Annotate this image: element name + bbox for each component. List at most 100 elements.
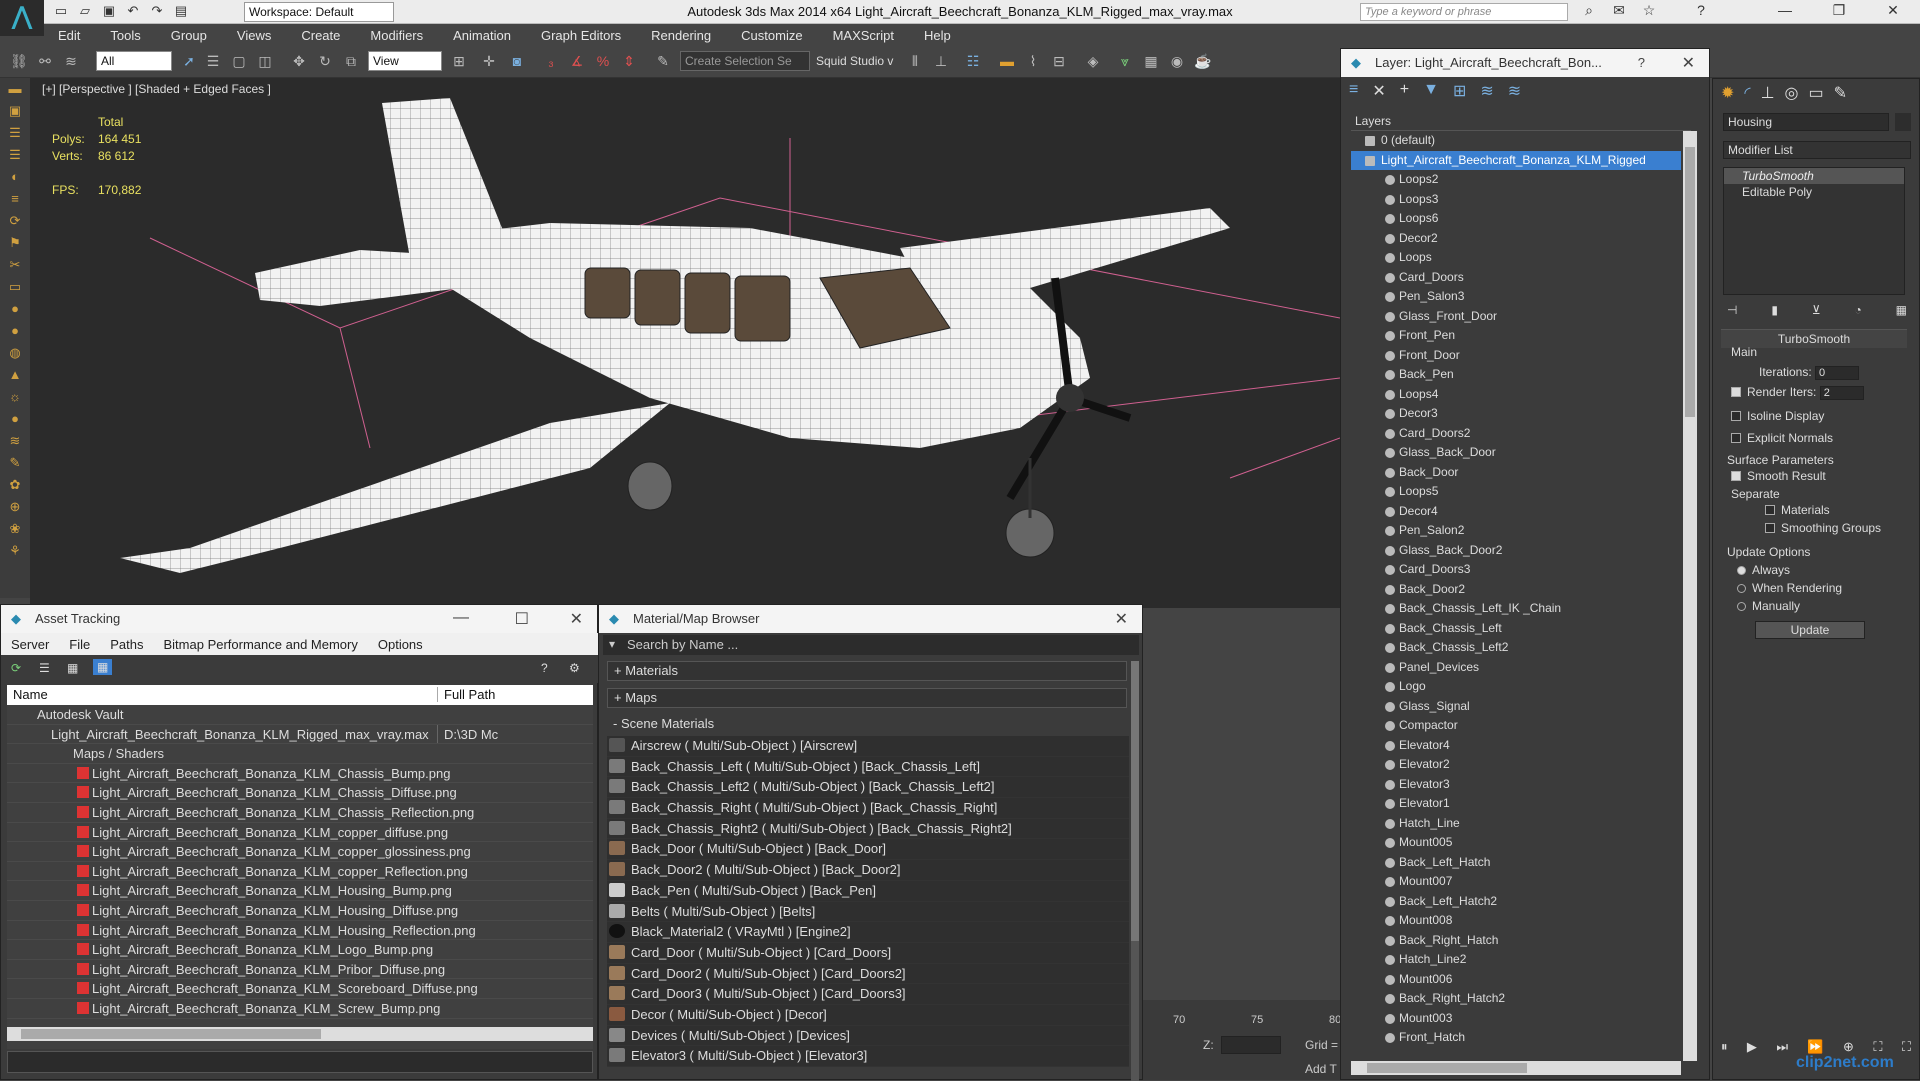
- mirror-icon[interactable]: ⫴: [904, 51, 926, 71]
- when-rendering-row[interactable]: When Rendering: [1721, 581, 1907, 595]
- material-item[interactable]: Card_Door2 ( Multi/Sub-Object ) [Card_Do…: [607, 963, 1129, 985]
- close-icon[interactable]: ✕: [1682, 53, 1695, 73]
- asset-row[interactable]: Light_Aircraft_Beechcraft_Bonanza_KLM_Sc…: [7, 979, 593, 999]
- strip-tool-12-icon[interactable]: ●: [0, 320, 30, 342]
- layer-item[interactable]: Compactor: [1351, 716, 1681, 736]
- menu-create[interactable]: Create: [287, 28, 356, 43]
- viewport-label[interactable]: [+] [Perspective ] [Shaded + Edged Faces…: [42, 82, 271, 96]
- material-item[interactable]: Black_Material2 ( VRayMtl ) [Engine2]: [607, 922, 1129, 943]
- zoom-icon[interactable]: ⊕: [1843, 1039, 1854, 1055]
- motion-tab-icon[interactable]: ◎: [1785, 83, 1799, 105]
- layer-item[interactable]: Back_Door: [1351, 463, 1681, 483]
- strip-tool-11-icon[interactable]: ●: [0, 298, 30, 320]
- asset-row-maps[interactable]: Maps / Shaders: [7, 744, 593, 764]
- schematic-view-icon[interactable]: ⊟: [1048, 51, 1070, 71]
- layer-item[interactable]: Hatch_Line2: [1351, 950, 1681, 970]
- menu-help[interactable]: Help: [910, 28, 967, 43]
- materials-row[interactable]: Materials: [1721, 503, 1907, 517]
- layer-item[interactable]: Elevator3: [1351, 775, 1681, 795]
- layer-item[interactable]: Decor2: [1351, 229, 1681, 249]
- select-manipulate-icon[interactable]: ✛: [478, 51, 500, 71]
- rendered-frame-icon[interactable]: ▦: [1140, 51, 1162, 71]
- layer-item[interactable]: Decor3: [1351, 404, 1681, 424]
- scroll-thumb[interactable]: [21, 1029, 321, 1039]
- asset-status-field[interactable]: [7, 1051, 593, 1073]
- redo-icon[interactable]: ↷: [148, 3, 166, 21]
- layer-item[interactable]: Glass_Back_Door: [1351, 443, 1681, 463]
- close-icon[interactable]: ✕: [1878, 2, 1908, 19]
- layer-item-default[interactable]: 0 (default): [1351, 131, 1681, 151]
- perspective-viewport[interactable]: [+] [Perspective ] [Shaded + Edged Faces…: [30, 78, 1340, 608]
- material-item[interactable]: Card_Door ( Multi/Sub-Object ) [Card_Doo…: [607, 942, 1129, 964]
- layer-item[interactable]: Pen_Salon3: [1351, 287, 1681, 307]
- asset-row[interactable]: Light_Aircraft_Beechcraft_Bonanza_KLM_Ch…: [7, 803, 593, 823]
- menu-edit[interactable]: Edit: [44, 28, 96, 43]
- layer-item[interactable]: Mount005: [1351, 833, 1681, 853]
- layer-item[interactable]: Panel_Devices: [1351, 658, 1681, 678]
- layer-item[interactable]: Back_Chassis_Left2: [1351, 638, 1681, 658]
- explicit-normals-row[interactable]: Explicit Normals: [1721, 431, 1907, 445]
- undo-icon[interactable]: ↶: [124, 3, 142, 21]
- spinner-snap-icon[interactable]: ⇕: [618, 51, 640, 71]
- layer-item[interactable]: Mount003: [1351, 1009, 1681, 1029]
- select-in-layer-icon[interactable]: ▼: [1423, 81, 1439, 103]
- material-item[interactable]: Back_Chassis_Left2 ( Multi/Sub-Object ) …: [607, 777, 1129, 799]
- layer-item[interactable]: Loops5: [1351, 482, 1681, 502]
- minimize-icon[interactable]: —: [1770, 2, 1800, 18]
- search-options-icon[interactable]: ▾: [609, 637, 615, 651]
- scroll-thumb[interactable]: [1131, 661, 1139, 941]
- col-full-path[interactable]: Full Path: [437, 687, 495, 702]
- layer-item[interactable]: Card_Doors: [1351, 268, 1681, 288]
- layer-item[interactable]: Mount006: [1351, 970, 1681, 990]
- close-icon[interactable]: ✕: [570, 609, 583, 629]
- material-item[interactable]: Back_Chassis_Left ( Multi/Sub-Object ) […: [607, 756, 1129, 778]
- menu-customize[interactable]: Customize: [727, 28, 818, 43]
- strip-tool-15-icon[interactable]: ☼: [0, 386, 30, 408]
- hierarchy-tab-icon[interactable]: ⊥: [1761, 83, 1775, 105]
- percent-snap-icon[interactable]: %: [592, 51, 614, 71]
- strip-tool-8-icon[interactable]: ⚑: [0, 232, 30, 254]
- z-coord-field[interactable]: [1221, 1036, 1281, 1054]
- utilities-tab-icon[interactable]: ✎: [1834, 83, 1847, 105]
- search-input[interactable]: Type a keyword or phrase: [1360, 3, 1568, 21]
- display-tab-icon[interactable]: ▭: [1809, 83, 1824, 105]
- freeze-all-icon[interactable]: ≋: [1508, 81, 1521, 103]
- help-icon[interactable]: ?: [541, 661, 548, 675]
- edit-named-selection-icon[interactable]: ✎: [652, 51, 674, 71]
- strip-tool-21-icon[interactable]: ❀: [0, 518, 30, 540]
- restore-icon[interactable]: ❐: [1824, 2, 1854, 19]
- minimize-icon[interactable]: —: [453, 609, 469, 627]
- thumbnail-view-icon[interactable]: ▦: [67, 661, 78, 675]
- layer-item[interactable]: Loops6: [1351, 209, 1681, 229]
- settings-icon[interactable]: ⚙: [569, 661, 580, 675]
- select-by-name-icon[interactable]: ☰: [202, 51, 224, 71]
- layer-item-selected[interactable]: Light_Aircraft_Beechcraft_Bonanza_KLM_Ri…: [1351, 150, 1681, 170]
- layer-item[interactable]: Back_Left_Hatch2: [1351, 892, 1681, 912]
- layer-item[interactable]: Glass_Back_Door2: [1351, 541, 1681, 561]
- section-maps[interactable]: + Maps: [607, 688, 1127, 708]
- maximize-icon[interactable]: ☐: [515, 609, 529, 629]
- layer-hscrollbar[interactable]: [1351, 1061, 1681, 1075]
- section-scene-materials[interactable]: - Scene Materials: [607, 715, 1127, 735]
- smoothing-groups-row[interactable]: Smoothing Groups: [1721, 521, 1907, 535]
- strip-tool-6-icon[interactable]: ≡: [0, 188, 30, 210]
- material-item[interactable]: Decor ( Multi/Sub-Object ) [Decor]: [607, 1004, 1129, 1026]
- material-item[interactable]: Back_Chassis_Right ( Multi/Sub-Object ) …: [607, 798, 1129, 819]
- asset-hscrollbar[interactable]: [7, 1027, 593, 1041]
- bind-space-warp-icon[interactable]: ≋: [60, 51, 82, 71]
- move-icon[interactable]: ✥: [288, 51, 310, 71]
- table-view-icon[interactable]: ▦: [93, 659, 113, 675]
- studio-label[interactable]: Squid Studio v: [816, 54, 893, 68]
- layer-item[interactable]: Glass_Front_Door: [1351, 307, 1681, 327]
- layer-item[interactable]: Back_Right_Hatch: [1351, 931, 1681, 951]
- asset-row[interactable]: Light_Aircraft_Beechcraft_Bonanza_KLM_Ho…: [7, 881, 593, 901]
- rotate-icon[interactable]: ↻: [314, 51, 336, 71]
- play-icon[interactable]: ▶: [1747, 1039, 1757, 1055]
- save-icon[interactable]: ▣: [100, 3, 118, 21]
- layer-item[interactable]: Back_Left_Hatch: [1351, 853, 1681, 873]
- add-to-layer-icon[interactable]: +: [1400, 81, 1409, 103]
- object-color-swatch[interactable]: [1895, 113, 1911, 131]
- material-editor-icon[interactable]: ◈: [1082, 51, 1104, 71]
- render-setup-icon[interactable]: ⩔: [1114, 51, 1136, 71]
- modifier-list-dropdown[interactable]: Modifier List: [1723, 141, 1911, 159]
